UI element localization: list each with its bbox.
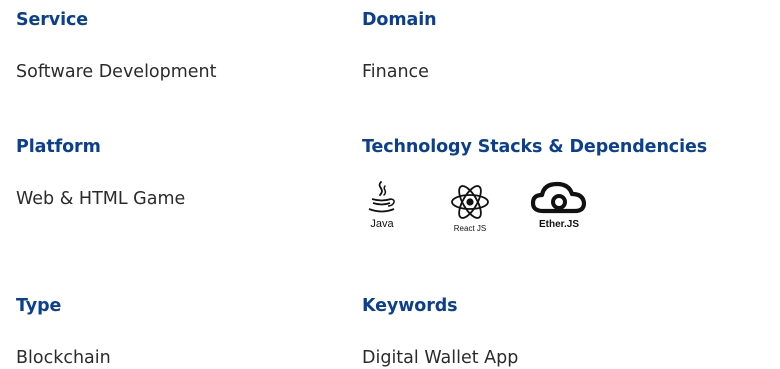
keywords-value: Digital Wallet App: [362, 348, 519, 368]
ether-logo: Ether.JS: [524, 180, 594, 230]
platform-field: Platform Web & HTML Game: [16, 136, 185, 210]
service-label: Service: [16, 10, 89, 30]
java-caption: Java: [370, 218, 394, 230]
cloud-icon: [530, 181, 587, 214]
keywords-field: Keywords Digital Wallet App: [362, 295, 518, 369]
keywords-label: Keywords: [362, 296, 458, 316]
domain-value: Finance: [362, 62, 429, 82]
platform-label: Platform: [16, 137, 101, 157]
service-field: Service Software Development: [16, 9, 217, 83]
type-label: Type: [16, 296, 62, 316]
service-value: Software Development: [16, 62, 217, 82]
react-logo: React JS: [440, 184, 500, 233]
react-caption: React JS: [453, 224, 487, 233]
technology-logos: Java React JS Ether.JS: [362, 180, 622, 242]
react-icon: [451, 185, 489, 219]
type-field: Type Blockchain: [16, 295, 111, 369]
technology-stacks-label: Technology Stacks & Dependencies: [362, 137, 708, 157]
java-logo: Java: [362, 180, 402, 230]
type-value: Blockchain: [16, 348, 111, 368]
java-icon: [368, 181, 395, 213]
domain-label: Domain: [362, 10, 437, 30]
ether-caption: Ether.JS: [538, 219, 580, 230]
platform-value: Web & HTML Game: [16, 189, 186, 209]
technology-stacks-field: Technology Stacks & Dependencies: [362, 136, 707, 158]
domain-field: Domain Finance: [362, 9, 437, 83]
